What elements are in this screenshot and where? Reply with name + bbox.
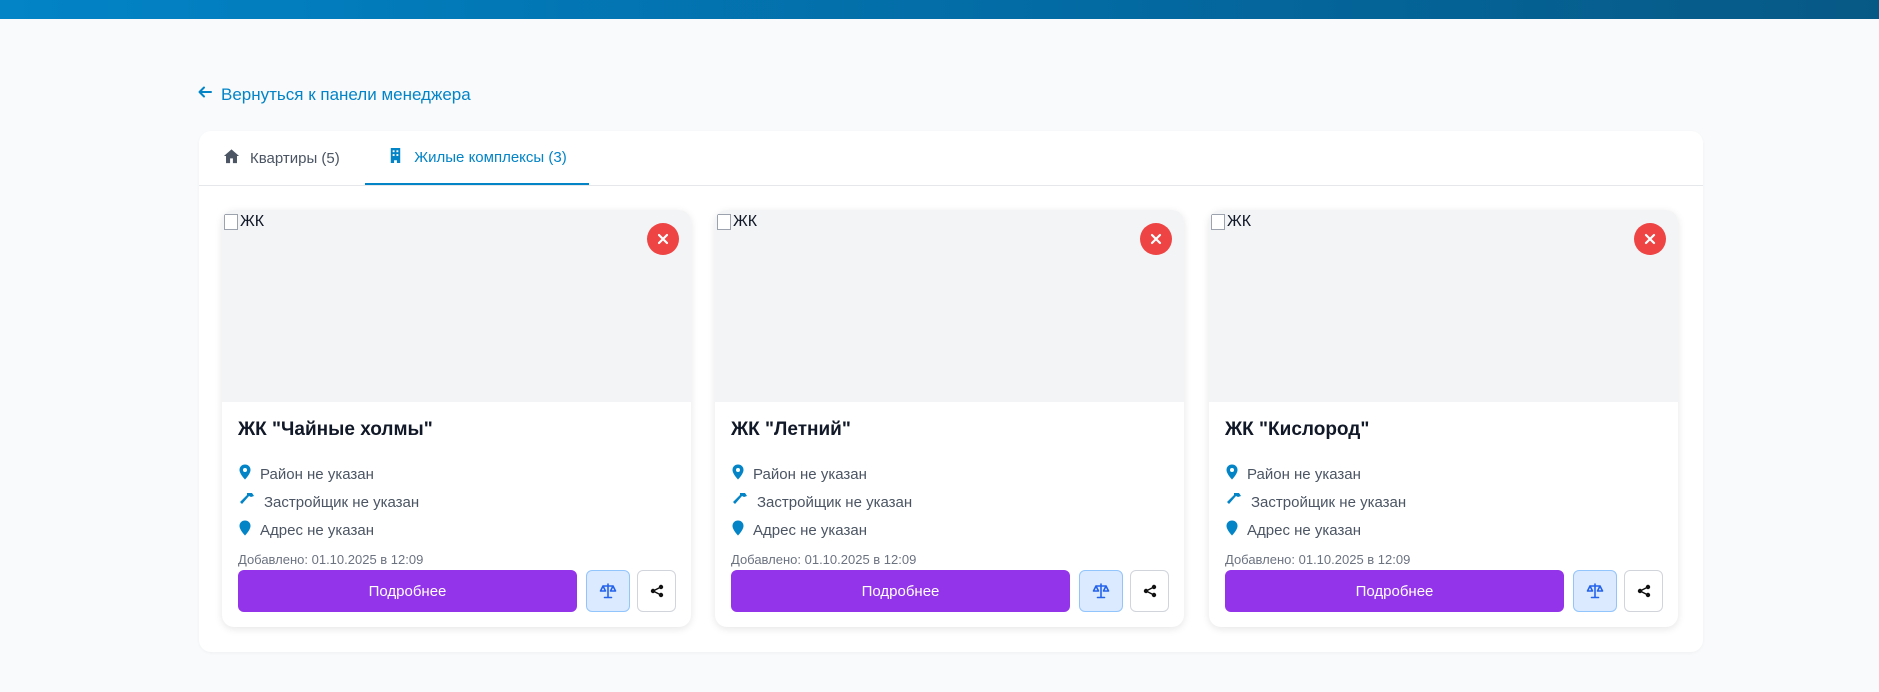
image-alt-text: ЖК — [1227, 213, 1252, 230]
developer-row: Застройщик не указан — [731, 492, 912, 512]
remove-favorite-button[interactable] — [1634, 223, 1666, 255]
complex-card: ЖК ЖК "Летний" Район не указан Застройщи… — [715, 210, 1184, 627]
developer-row: Застройщик не указан — [1225, 492, 1406, 512]
share-icon — [1143, 584, 1156, 598]
close-icon — [1644, 233, 1656, 245]
map-marker-icon — [1225, 464, 1239, 484]
hammer-icon — [238, 492, 256, 512]
developer-row: Застройщик не указан — [238, 492, 419, 512]
location-pin-icon — [1225, 520, 1239, 540]
added-date: Добавлено: 01.10.2025 в 12:09 — [731, 552, 917, 567]
home-icon — [223, 148, 240, 169]
broken-image-icon — [224, 214, 238, 230]
tab-apartments-label: Квартиры (5) — [250, 150, 340, 167]
tab-bar: Квартиры (5) Жилые комплексы (3) — [199, 131, 1703, 186]
complex-title: ЖК "Чайные холмы" — [238, 419, 433, 440]
compare-button[interactable] — [1079, 570, 1123, 612]
complex-image: ЖК — [222, 210, 691, 402]
complex-title: ЖК "Кислород" — [1225, 419, 1370, 440]
added-date: Добавлено: 01.10.2025 в 12:09 — [1225, 552, 1411, 567]
address-text: Адрес не указан — [1247, 521, 1361, 539]
address-row: Адрес не указан — [731, 520, 867, 540]
complex-card: ЖК ЖК "Кислород" Район не указан Застрой… — [1209, 210, 1678, 627]
share-icon — [650, 584, 663, 598]
tab-apartments[interactable]: Квартиры (5) — [199, 131, 364, 186]
compare-button[interactable] — [1573, 570, 1617, 612]
arrow-left-icon — [197, 84, 213, 105]
map-marker-icon — [731, 464, 745, 484]
details-button[interactable]: Подробнее — [731, 570, 1070, 612]
back-link-label: Вернуться к панели менеджера — [221, 84, 471, 104]
district-row: Район не указан — [238, 464, 374, 484]
address-text: Адрес не указан — [753, 521, 867, 539]
share-button[interactable] — [637, 570, 676, 612]
location-pin-icon — [238, 520, 252, 540]
building-icon — [387, 147, 404, 168]
complex-title: ЖК "Летний" — [731, 419, 851, 440]
close-icon — [1150, 233, 1162, 245]
image-alt-text: ЖК — [240, 213, 265, 230]
location-pin-icon — [731, 520, 745, 540]
developer-text: Застройщик не указан — [757, 493, 913, 511]
share-icon — [1637, 584, 1650, 598]
back-to-manager-panel-link[interactable]: Вернуться к панели менеджера — [197, 84, 471, 105]
top-header-bar — [0, 0, 1879, 19]
developer-text: Застройщик не указан — [1251, 493, 1407, 511]
district-text: Район не указан — [1247, 465, 1361, 483]
favorites-panel: Квартиры (5) Жилые комплексы (3) ЖК ЖК "… — [199, 131, 1703, 652]
added-date: Добавлено: 01.10.2025 в 12:09 — [238, 552, 424, 567]
address-text: Адрес не указан — [260, 521, 374, 539]
close-icon — [657, 233, 669, 245]
address-row: Адрес не указан — [1225, 520, 1361, 540]
scale-balance-icon — [599, 583, 617, 599]
scale-balance-icon — [1092, 583, 1110, 599]
hammer-icon — [1225, 492, 1243, 512]
details-button[interactable]: Подробнее — [1225, 570, 1564, 612]
remove-favorite-button[interactable] — [647, 223, 679, 255]
tab-residential-complexes[interactable]: Жилые комплексы (3) — [365, 131, 589, 185]
compare-button[interactable] — [586, 570, 630, 612]
tab-residential-complexes-label: Жилые комплексы (3) — [414, 148, 567, 166]
share-button[interactable] — [1130, 570, 1169, 612]
image-alt-text: ЖК — [733, 213, 758, 230]
district-text: Район не указан — [753, 465, 867, 483]
complex-image: ЖК — [1209, 210, 1678, 402]
hammer-icon — [731, 492, 749, 512]
complex-card: ЖК ЖК "Чайные холмы" Район не указан Зас… — [222, 210, 691, 627]
broken-image-icon — [1211, 214, 1225, 230]
district-row: Район не указан — [1225, 464, 1361, 484]
district-text: Район не указан — [260, 465, 374, 483]
map-marker-icon — [238, 464, 252, 484]
scale-balance-icon — [1586, 583, 1604, 599]
details-button[interactable]: Подробнее — [238, 570, 577, 612]
address-row: Адрес не указан — [238, 520, 374, 540]
broken-image-icon — [717, 214, 731, 230]
district-row: Район не указан — [731, 464, 867, 484]
developer-text: Застройщик не указан — [264, 493, 420, 511]
share-button[interactable] — [1624, 570, 1663, 612]
complex-image: ЖК — [715, 210, 1184, 402]
remove-favorite-button[interactable] — [1140, 223, 1172, 255]
